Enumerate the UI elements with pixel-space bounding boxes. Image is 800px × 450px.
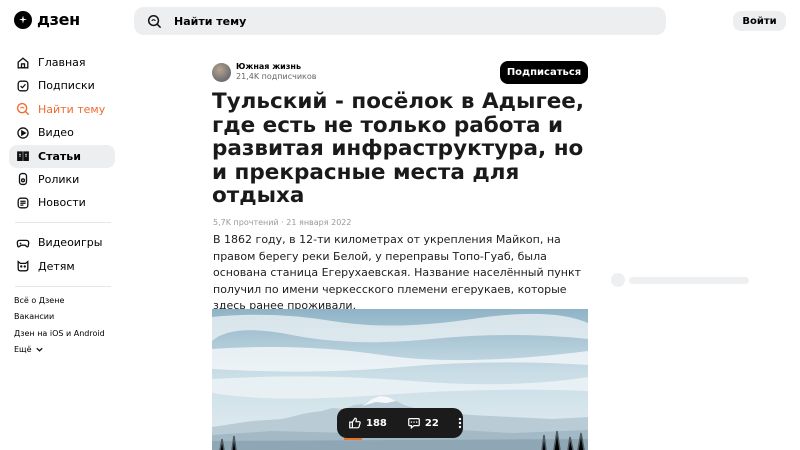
like-button[interactable]: 188: [348, 416, 387, 430]
sidebar-nav: Главная Подписки Найти тему Видео Статьи…: [9, 51, 115, 295]
comment-icon: [408, 418, 420, 430]
sidebar-item-shorts[interactable]: Ролики: [9, 168, 115, 191]
search-icon: [16, 103, 30, 116]
subscriptions-icon: [17, 80, 29, 92]
more-vertical-icon: [458, 417, 462, 429]
channel-info[interactable]: Южная жизнь 21,4K подписчиков: [212, 62, 316, 82]
search-placeholder: Найти тему: [174, 14, 247, 28]
sidebar-item-label: Статьи: [38, 149, 81, 163]
sidebar-item-label: Видеоигры: [38, 236, 103, 250]
sidebar-item-subscriptions[interactable]: Подписки: [9, 74, 115, 97]
dzen-logo[interactable]: дзен: [14, 10, 80, 29]
home-icon: [17, 56, 29, 68]
news-icon: [17, 197, 29, 209]
dzen-logo-icon: [14, 10, 32, 29]
search-bar[interactable]: Найти тему: [134, 7, 666, 35]
channel-text: Южная жизнь 21,4K подписчиков: [236, 62, 316, 82]
channel-subscribers: 21,4K подписчиков: [236, 72, 317, 81]
login-button[interactable]: Войти: [733, 11, 786, 31]
article-actions-bar: 188 22: [337, 408, 463, 438]
comments-button[interactable]: 22: [407, 416, 439, 430]
video-icon: [17, 126, 29, 139]
footer-link-jobs[interactable]: Вакансии: [14, 309, 105, 326]
sidebar-item-find-topic[interactable]: Найти тему: [9, 98, 115, 121]
thumbs-up-icon: [349, 417, 361, 429]
sidebar-divider: [15, 222, 111, 224]
like-count: 188: [366, 417, 387, 429]
articles-icon: [17, 151, 29, 162]
sidebar-footer: Всё о Дзене Вакансии Дзен на iOS и Andro…: [14, 292, 105, 358]
sidebar-item-home[interactable]: Главная: [9, 51, 115, 74]
search-icon: [147, 14, 162, 28]
footer-more-label: Ещё: [14, 345, 32, 355]
shorts-icon: [18, 173, 28, 186]
sidebar-item-articles[interactable]: Статьи: [9, 144, 115, 168]
sidebar-item-label: Главная: [38, 56, 86, 69]
article-lead: В 1862 году, в 12-ти километрах от укреп…: [213, 233, 582, 312]
sidebar-item-video[interactable]: Видео: [9, 121, 115, 144]
footer-link-apps[interactable]: Дзен на iOS и Android: [14, 325, 105, 342]
sidebar-item-news[interactable]: Новости: [9, 191, 115, 214]
subscribe-button[interactable]: Подписаться: [500, 61, 588, 84]
sidebar-item-label: Найти тему: [38, 102, 106, 116]
skeleton-placeholder-bar: [629, 277, 749, 284]
sidebar-item-label: Видео: [38, 126, 74, 140]
footer-more[interactable]: Ещё: [14, 342, 105, 359]
sidebar-item-label: Детям: [38, 259, 75, 273]
chevron-down-icon: [35, 347, 43, 352]
logo-text: дзен: [37, 10, 80, 29]
footer-link-about[interactable]: Всё о Дзене: [14, 292, 105, 309]
more-options-button[interactable]: [453, 416, 467, 430]
comment-count: 22: [424, 417, 439, 429]
channel-name[interactable]: Южная жизнь: [236, 62, 316, 72]
kids-icon: [17, 260, 29, 272]
skeleton-placeholder-dot: [611, 273, 625, 287]
gamepad-icon: [16, 239, 30, 248]
sidebar-item-videogames[interactable]: Видеоигры: [9, 231, 115, 254]
article-meta: 5,7K прочтений · 21 января 2022: [213, 218, 352, 227]
avatar[interactable]: [212, 62, 231, 82]
sidebar-item-label: Подписки: [38, 79, 95, 93]
sidebar-divider: [15, 285, 111, 287]
sidebar-item-label: Новости: [38, 196, 86, 210]
sidebar-item-label: Ролики: [38, 172, 80, 186]
article-title: Тульский - посёлок в Адыгее, где есть не…: [212, 89, 585, 208]
sidebar-item-kids[interactable]: Детям: [9, 255, 115, 278]
